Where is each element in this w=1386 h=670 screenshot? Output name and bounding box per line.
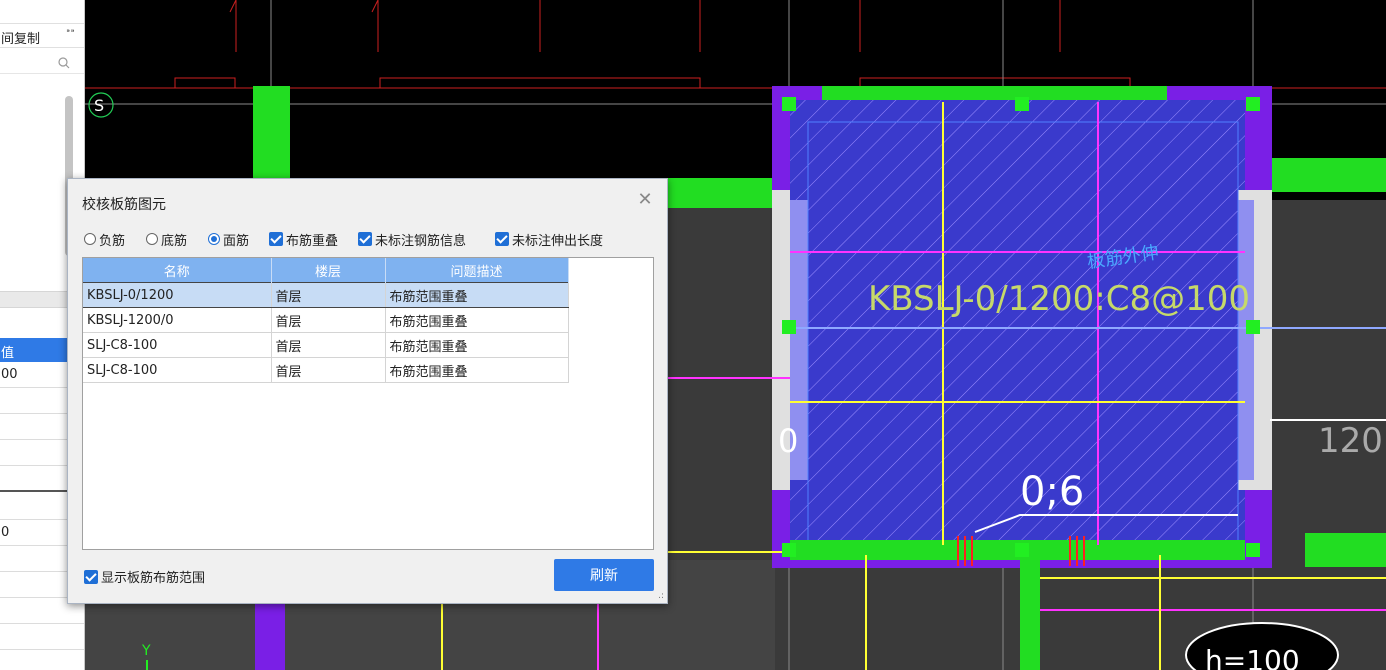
cell-issue: 布筋范围重叠: [385, 357, 569, 383]
cell-floor: 首层: [271, 332, 386, 358]
check-unlabeled-info[interactable]: 未标注钢筋信息: [358, 230, 467, 249]
radio-circle-icon: [84, 233, 96, 245]
value-cell: 00: [1, 367, 18, 382]
right-dimension-number: 120: [1318, 421, 1383, 461]
refresh-button[interactable]: 刷新: [554, 559, 654, 591]
table-row[interactable]: KBSLJ-0/1200 首层 布筋范围重叠: [83, 282, 569, 308]
cell-name: KBSLJ-1200/0: [83, 307, 272, 333]
section-marker-s: S: [94, 96, 104, 115]
check-unlabeled-length[interactable]: 未标注伸出长度: [495, 230, 604, 249]
check-label: 布筋重叠: [286, 233, 339, 249]
dialog-title: 校核板筋图元: [82, 197, 166, 213]
radio-label: 负筋: [99, 233, 126, 249]
radio-label: 底筋: [161, 233, 188, 249]
cell-issue: 布筋范围重叠: [385, 332, 569, 358]
close-icon[interactable]: ✕: [635, 190, 655, 210]
check-rebar-dialog: 校核板筋图元 ✕ 负筋 底筋 面筋 布筋重叠 未标注钢筋信息 未标注伸出长度 名…: [67, 178, 668, 604]
more-arrows-icon[interactable]: ⁍⁍: [66, 27, 75, 37]
column-green: [253, 86, 290, 182]
rebar-spec-label: KBSLJ-0/1200:C8@100: [868, 279, 1250, 319]
radio-label: 面筋: [223, 233, 250, 249]
column-header-issue[interactable]: 问题描述: [385, 258, 569, 283]
cell-floor: 首层: [271, 357, 386, 383]
show-range-label: 显示板筋布筋范围: [101, 571, 206, 586]
checkbox-checked-icon: [269, 232, 283, 246]
cell-issue: 布筋范围重叠: [385, 282, 569, 308]
table-row[interactable]: SLJ-C8-100 首层 布筋范围重叠: [83, 332, 569, 358]
cell-floor: 首层: [271, 282, 386, 308]
panel-top-strip: [0, 0, 84, 24]
check-label: 未标注伸出长度: [512, 233, 604, 249]
cell-name: SLJ-C8-100: [83, 357, 272, 383]
value-header-label: 值: [1, 346, 15, 361]
copy-row[interactable]: 间复制 ⁍⁍: [0, 24, 84, 48]
cell-issue: 布筋范围重叠: [385, 307, 569, 333]
radio-bottom-rebar[interactable]: 底筋: [146, 230, 188, 249]
value-row[interactable]: [0, 624, 84, 650]
checkbox-checked-icon: [84, 569, 98, 584]
cell-name: KBSLJ-0/1200: [83, 282, 272, 308]
column-header-name[interactable]: 名称: [83, 258, 272, 283]
value-cell: 0: [1, 525, 10, 540]
check-overlap[interactable]: 布筋重叠: [269, 230, 339, 249]
checkbox-checked-icon: [358, 232, 372, 246]
resize-grip-icon[interactable]: .:: [658, 591, 664, 601]
table-row[interactable]: SLJ-C8-100 首层 布筋范围重叠: [83, 357, 569, 383]
search-icon[interactable]: [58, 57, 70, 69]
left-dimension-digit: 0: [778, 422, 798, 460]
cell-name: SLJ-C8-100: [83, 332, 272, 358]
radio-selected-icon: [208, 233, 220, 245]
cell-floor: 首层: [271, 307, 386, 333]
table-header-row: 名称 楼层 问题描述: [83, 258, 569, 283]
copy-label: 间复制: [1, 32, 41, 47]
beam-green-right: [1272, 158, 1386, 192]
filter-row[interactable]: [0, 52, 84, 74]
result-table[interactable]: 名称 楼层 问题描述 KBSLJ-0/1200 首层 布筋范围重叠 KBSLJ-…: [82, 257, 654, 550]
axis-y-label: Y: [141, 643, 151, 659]
check-label: 未标注钢筋信息: [375, 233, 467, 249]
show-rebar-range-checkbox[interactable]: 显示板筋布筋范围: [84, 567, 205, 586]
thickness-label: h=100: [1205, 644, 1300, 670]
column-header-floor[interactable]: 楼层: [271, 258, 386, 283]
radio-top-rebar[interactable]: 面筋: [208, 230, 250, 249]
checkbox-checked-icon: [495, 232, 509, 246]
radio-negative-rebar[interactable]: 负筋: [84, 230, 126, 249]
table-row[interactable]: KBSLJ-1200/0 首层 布筋范围重叠: [83, 307, 569, 333]
dimension-label: 0;6: [1020, 469, 1084, 515]
radio-circle-icon: [146, 233, 158, 245]
